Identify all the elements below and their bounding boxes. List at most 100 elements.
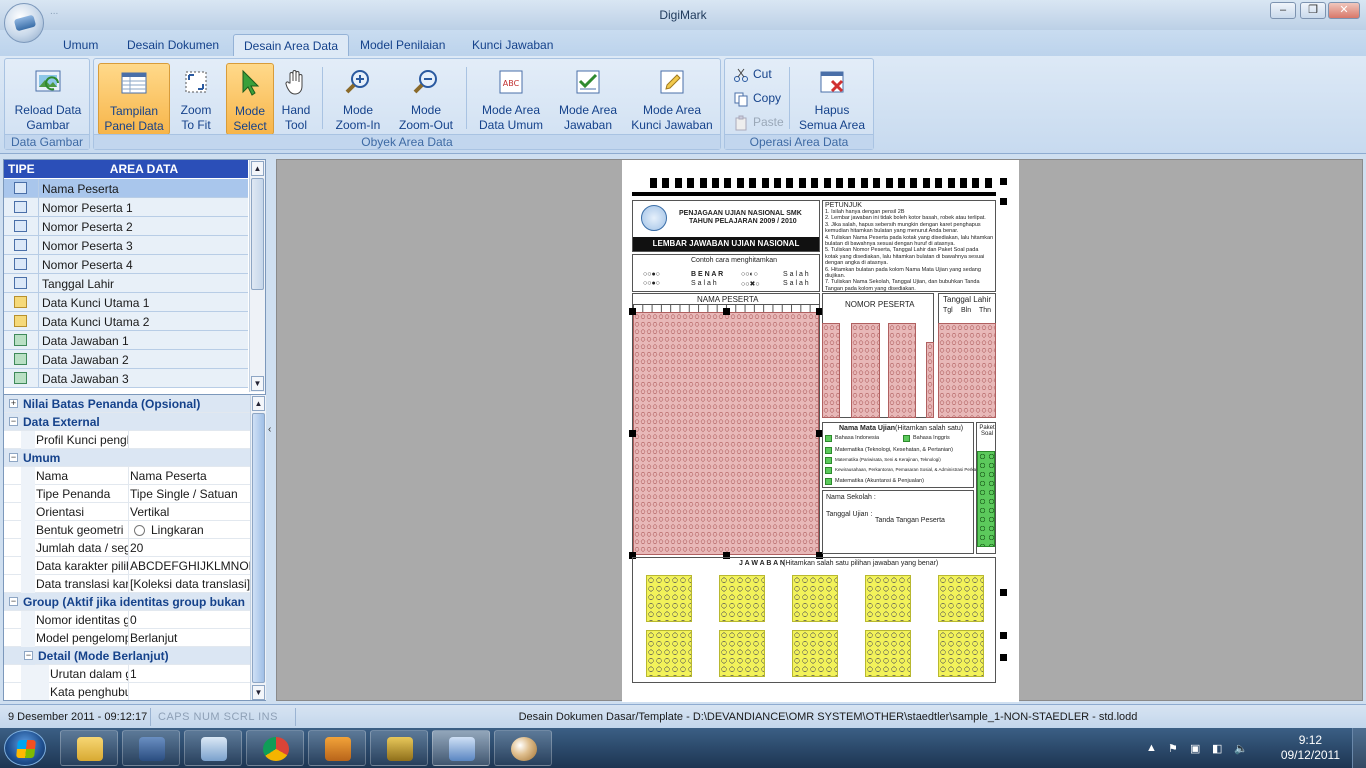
mode-area-jawaban-button[interactable]: Mode Area Jawaban — [554, 63, 622, 135]
taskbar-seven-app[interactable] — [370, 730, 428, 766]
answer-block[interactable] — [719, 575, 765, 622]
area-data-row[interactable]: Nomor Peserta 3 — [4, 236, 248, 255]
device-icon[interactable]: ▣ — [1190, 742, 1202, 755]
area-nomor-peserta-3[interactable] — [888, 323, 916, 418]
answer-block[interactable] — [865, 575, 911, 622]
collapse-panel-icon[interactable]: ‹ — [268, 424, 271, 435]
taskbar-remote-desktop[interactable] — [184, 730, 242, 766]
answer-block[interactable] — [938, 630, 984, 677]
prop-profil-kunci[interactable]: Profil Kunci pengh — [4, 431, 250, 449]
area-data-row[interactable]: Data Kunci Utama 2 — [4, 312, 248, 331]
minimize-button[interactable]: – — [1270, 2, 1296, 19]
scroll-thumb[interactable] — [251, 178, 264, 290]
prop-kata-penghubung[interactable]: Kata penghubu — [4, 683, 250, 700]
collapse-icon[interactable]: − — [9, 597, 18, 606]
prop-nomor-identitas[interactable]: Nomor identitas gr 0 — [4, 611, 250, 629]
mode-area-data-umum-button[interactable]: ABC Mode Area Data Umum — [474, 63, 548, 135]
answer-block[interactable] — [719, 630, 765, 677]
prop-value[interactable]: Vertikal — [130, 505, 250, 519]
volume-icon[interactable]: 🔈 — [1234, 742, 1248, 755]
header-area-data[interactable]: AREA DATA — [40, 162, 248, 176]
tab-desain-area-data[interactable]: Desain Area Data — [233, 34, 350, 56]
area-data-row[interactable]: Nama Peserta — [4, 179, 248, 198]
clock[interactable]: 9:12 09/12/2011 — [1281, 733, 1340, 763]
prop-value[interactable]: Berlanjut — [130, 631, 250, 645]
prop-value[interactable]: 0 — [130, 613, 250, 627]
reload-data-gambar-button[interactable]: Reload Data Gambar — [9, 63, 87, 135]
subject-bubble[interactable] — [825, 478, 832, 485]
tampilan-panel-data-button[interactable]: Tampilan Panel Data — [98, 63, 170, 135]
resize-handle[interactable] — [629, 430, 636, 437]
tab-desain-dokumen[interactable]: Desain Dokumen — [117, 34, 229, 56]
maximize-button[interactable]: ❐ — [1300, 2, 1326, 19]
collapse-icon[interactable]: − — [9, 417, 18, 426]
taskbar-media-center[interactable] — [122, 730, 180, 766]
cut-button[interactable]: Cut — [731, 65, 772, 85]
prop-model-pengelompokan[interactable]: Model pengelompo Berlanjut — [4, 629, 250, 647]
prop-bentuk-geometri[interactable]: Bentuk geometri Lingkaran — [4, 521, 250, 539]
property-scrollbar[interactable]: ▲ ▼ — [250, 395, 266, 700]
show-desktop-button[interactable] — [1352, 728, 1366, 768]
prop-value[interactable]: ABCDEFGHIJKLMNOPQ — [130, 559, 250, 573]
subject-bubble[interactable] — [825, 457, 832, 464]
mode-select-button[interactable]: Mode Select — [226, 63, 274, 135]
tray-expand-icon[interactable]: ▲ — [1146, 742, 1158, 754]
panel-splitter[interactable]: ‹ — [266, 159, 276, 701]
area-data-row[interactable]: Nomor Peserta 4 — [4, 255, 248, 274]
resize-handle[interactable] — [629, 308, 636, 315]
area-nomor-peserta-4[interactable] — [926, 342, 934, 418]
area-data-row[interactable]: Tanggal Lahir — [4, 274, 248, 293]
paste-button[interactable]: Paste — [731, 113, 784, 133]
hapus-semua-area-button[interactable]: Hapus Semua Area — [795, 63, 869, 135]
answer-block[interactable] — [865, 630, 911, 677]
scroll-down-arrow-icon[interactable]: ▼ — [252, 685, 265, 700]
subject-bubble[interactable] — [825, 447, 832, 454]
taskbar-paint[interactable] — [494, 730, 552, 766]
selected-area-nama-peserta[interactable] — [633, 312, 819, 555]
prop-value[interactable]: 1 — [130, 667, 250, 681]
zoom-to-fit-button[interactable]: Zoom To Fit — [172, 63, 220, 135]
area-data-row[interactable]: Data Jawaban 1 — [4, 331, 248, 350]
prop-nama[interactable]: Nama Nama Peserta — [4, 467, 250, 485]
header-tipe[interactable]: TIPE — [8, 162, 35, 176]
area-tanggal-lahir[interactable] — [938, 323, 996, 418]
area-data-row[interactable]: Nomor Peserta 1 — [4, 198, 248, 217]
prop-value[interactable]: Lingkaran — [130, 523, 250, 537]
resize-handle[interactable] — [723, 308, 730, 315]
prop-value[interactable]: 20 — [130, 541, 250, 555]
answer-block[interactable] — [938, 575, 984, 622]
subject-bubble[interactable] — [825, 467, 832, 474]
area-nomor-peserta-1[interactable] — [822, 323, 840, 418]
answer-block[interactable] — [646, 630, 692, 677]
taskbar-winamp[interactable] — [308, 730, 366, 766]
area-nomor-peserta-2[interactable] — [851, 323, 880, 418]
taskbar-digimark[interactable] — [432, 730, 490, 766]
subject-bubble[interactable] — [825, 435, 832, 442]
prop-data-translasi[interactable]: Data translasi kara [Koleksi data transla… — [4, 575, 250, 593]
network-icon[interactable]: ◧ — [1212, 742, 1224, 755]
taskbar-explorer[interactable] — [60, 730, 118, 766]
category-umum[interactable]: − Umum — [4, 449, 250, 467]
tab-umum[interactable]: Umum — [53, 34, 108, 56]
collapse-icon[interactable]: − — [24, 651, 33, 660]
action-center-flag-icon[interactable]: ⚑ — [1168, 742, 1180, 755]
area-paket-soal[interactable] — [977, 451, 995, 547]
category-detail[interactable]: − Detail (Mode Berlanjut) — [4, 647, 250, 665]
taskbar-chrome[interactable] — [246, 730, 304, 766]
collapse-icon[interactable]: − — [9, 453, 18, 462]
prop-urutan[interactable]: Urutan dalam gr 1 — [4, 665, 250, 683]
grid-scrollbar[interactable]: ▲ ▼ — [249, 160, 265, 392]
tab-kunci-jawaban[interactable]: Kunci Jawaban — [462, 34, 563, 56]
prop-orientasi[interactable]: Orientasi Vertikal — [4, 503, 250, 521]
area-data-row[interactable]: Data Jawaban 3 — [4, 369, 248, 388]
app-menu-button[interactable] — [4, 3, 44, 43]
area-data-row[interactable]: Data Kunci Utama 1 — [4, 293, 248, 312]
category-nilai-batas[interactable]: + Nilai Batas Penanda (Opsional) — [4, 395, 250, 413]
mode-zoom-in-button[interactable]: Mode Zoom-In — [326, 63, 390, 135]
answer-block[interactable] — [646, 575, 692, 622]
prop-value[interactable]: [Koleksi data translasi] — [130, 577, 250, 591]
scroll-thumb[interactable] — [252, 413, 265, 683]
tab-model-penilaian[interactable]: Model Penilaian — [350, 34, 455, 56]
document-canvas[interactable]: PENJAGAAN UJIAN NASIONAL SMK TAHUN PELAJ… — [276, 159, 1363, 702]
scroll-up-arrow-icon[interactable]: ▲ — [251, 161, 264, 176]
